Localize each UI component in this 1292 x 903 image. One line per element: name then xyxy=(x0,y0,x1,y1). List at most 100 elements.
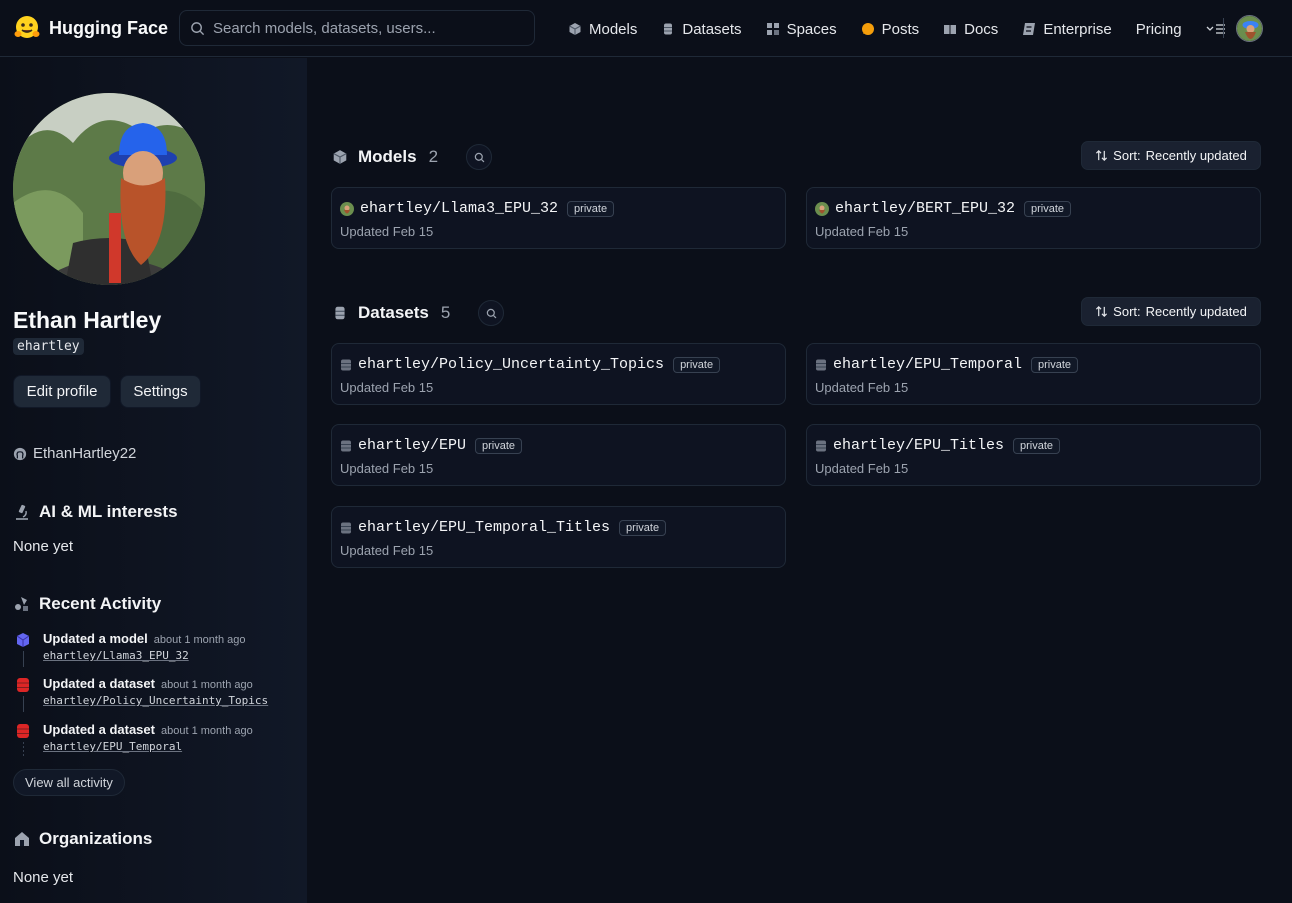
dataset-card[interactable]: ehartley/Policy_Uncertainty_Topics priva… xyxy=(331,343,786,405)
activity-title-text: Updated a dataset xyxy=(43,722,155,737)
brand-link[interactable]: Hugging Face xyxy=(13,14,168,42)
user-avatar-icon xyxy=(340,201,354,216)
activity-item: Updated a model about 1 month ago ehartle… xyxy=(13,631,293,667)
profile-fullname: Ethan Hartley xyxy=(13,307,162,333)
dataset-card[interactable]: ehartley/EPU_Temporal private Updated Fe… xyxy=(806,343,1261,405)
activity-item: Updated a dataset about 1 month ago ehart… xyxy=(13,676,293,712)
cube-icon xyxy=(333,150,347,164)
profile-sidebar: Ethan Hartley ehartley Edit profile Sett… xyxy=(0,58,307,903)
github-link[interactable]: EthanHartley22 xyxy=(13,445,136,462)
model-card[interactable]: ehartley/Llama3_EPU_32 private Updated F… xyxy=(331,187,786,249)
nav-spaces[interactable]: Spaces xyxy=(766,18,837,40)
cube-icon xyxy=(569,23,581,35)
user-avatar-icon xyxy=(815,201,829,216)
datasets-search-button[interactable] xyxy=(478,300,505,326)
sort-prefix: Sort: xyxy=(1113,148,1141,163)
activity-title-text: Updated a dataset xyxy=(43,676,155,691)
profile-username: ehartley xyxy=(13,338,84,355)
activity-repo-link[interactable]: ehartley/Policy_Uncertainty_Topics xyxy=(43,694,293,707)
model-card[interactable]: ehartley/BERT_EPU_32 private Updated Feb… xyxy=(806,187,1261,249)
sort-value: Recently updated xyxy=(1145,304,1247,319)
models-section-header: Models 2 xyxy=(332,144,493,170)
dataset-name: ehartley/EPU_Titles xyxy=(833,437,1005,454)
models-sort-button[interactable]: Sort: Recently updated xyxy=(1081,141,1261,170)
edit-profile-button[interactable]: Edit profile xyxy=(13,375,111,408)
settings-button[interactable]: Settings xyxy=(120,375,201,408)
database-icon xyxy=(341,359,351,370)
nav-spaces-label: Spaces xyxy=(786,20,837,38)
organizations-heading: Organizations xyxy=(13,829,152,849)
activity-time: about 1 month ago xyxy=(160,679,253,691)
private-badge: private xyxy=(1024,200,1072,217)
hugging-face-logo-icon xyxy=(14,16,40,38)
private-badge: private xyxy=(567,200,615,217)
view-all-activity-button[interactable]: View all activity xyxy=(13,769,125,796)
search-icon xyxy=(191,21,205,35)
activity-repo-link[interactable]: ehartley/Llama3_EPU_32 xyxy=(43,649,293,662)
sort-icon xyxy=(1096,306,1108,317)
activity-connector xyxy=(23,696,24,712)
user-avatar-button[interactable] xyxy=(1236,15,1263,42)
nav-pricing[interactable]: Pricing xyxy=(1136,18,1182,40)
grid-icon xyxy=(766,23,779,35)
dataset-name: ehartley/EPU_Temporal xyxy=(833,356,1023,373)
dataset-card[interactable]: ehartley/EPU private Updated Feb 15 xyxy=(331,424,786,486)
database-icon xyxy=(816,440,826,451)
search-icon xyxy=(486,308,497,318)
search-input[interactable] xyxy=(213,19,513,37)
dataset-card[interactable]: ehartley/EPU_Temporal_Titles private Upd… xyxy=(331,506,786,568)
model-name: ehartley/Llama3_EPU_32 xyxy=(360,200,559,217)
activity-repo-link[interactable]: ehartley/EPU_Temporal xyxy=(43,740,293,753)
model-name: ehartley/BERT_EPU_32 xyxy=(835,200,1016,217)
sort-icon xyxy=(1096,150,1108,161)
enterprise-icon xyxy=(1023,23,1036,35)
activity-time: about 1 month ago xyxy=(160,725,253,737)
activity-heading: Recent Activity xyxy=(13,594,161,614)
nav-models[interactable]: Models xyxy=(568,18,637,40)
private-badge: private xyxy=(619,519,667,536)
dataset-name: ehartley/Policy_Uncertainty_Topics xyxy=(358,356,665,373)
dataset-name: ehartley/EPU_Temporal_Titles xyxy=(358,519,611,536)
activity-title: Recent Activity xyxy=(39,594,162,613)
private-badge: private xyxy=(475,437,523,454)
updated-date: Updated Feb 15 xyxy=(815,380,909,395)
github-icon xyxy=(13,447,27,460)
search-box[interactable] xyxy=(179,10,535,46)
nav-datasets[interactable]: Datasets xyxy=(661,18,742,40)
activity-time: about 1 month ago xyxy=(153,634,246,646)
sort-value: Recently updated xyxy=(1145,148,1247,163)
activity-icon xyxy=(15,597,28,611)
datasets-sort-button[interactable]: Sort: Recently updated xyxy=(1081,297,1261,326)
nav-docs-label: Docs xyxy=(964,20,999,38)
nav-datasets-label: Datasets xyxy=(682,20,742,38)
nav-docs[interactable]: Docs xyxy=(943,18,998,40)
nav-posts-label: Posts xyxy=(881,20,920,38)
brand-name: Hugging Face xyxy=(49,17,169,38)
activity-connector xyxy=(23,742,24,758)
updated-date: Updated Feb 15 xyxy=(340,543,434,558)
database-icon xyxy=(341,440,351,451)
speech-bubble-icon xyxy=(861,23,874,35)
organization-icon xyxy=(15,832,29,846)
models-search-button[interactable] xyxy=(466,144,493,170)
cube-icon xyxy=(16,633,30,647)
nav-posts[interactable]: Posts xyxy=(861,18,920,40)
book-icon xyxy=(944,25,957,34)
nav-enterprise-label: Enterprise xyxy=(1043,20,1112,38)
github-username: EthanHartley22 xyxy=(33,445,137,462)
interests-value: None yet xyxy=(13,538,74,555)
user-avatar-image xyxy=(1237,16,1262,41)
database-icon xyxy=(17,724,29,738)
nav-enterprise[interactable]: Enterprise xyxy=(1022,18,1112,40)
search-icon xyxy=(474,152,484,162)
private-badge: private xyxy=(1031,356,1079,373)
dataset-name: ehartley/EPU xyxy=(358,437,467,454)
database-icon xyxy=(341,522,351,533)
activity-connector xyxy=(23,651,24,667)
database-icon xyxy=(17,678,29,692)
models-title: Models xyxy=(358,147,417,166)
database-icon xyxy=(664,23,673,35)
organizations-value: None yet xyxy=(13,869,74,886)
private-badge: private xyxy=(673,356,721,373)
dataset-card[interactable]: ehartley/EPU_Titles private Updated Feb … xyxy=(806,424,1261,486)
